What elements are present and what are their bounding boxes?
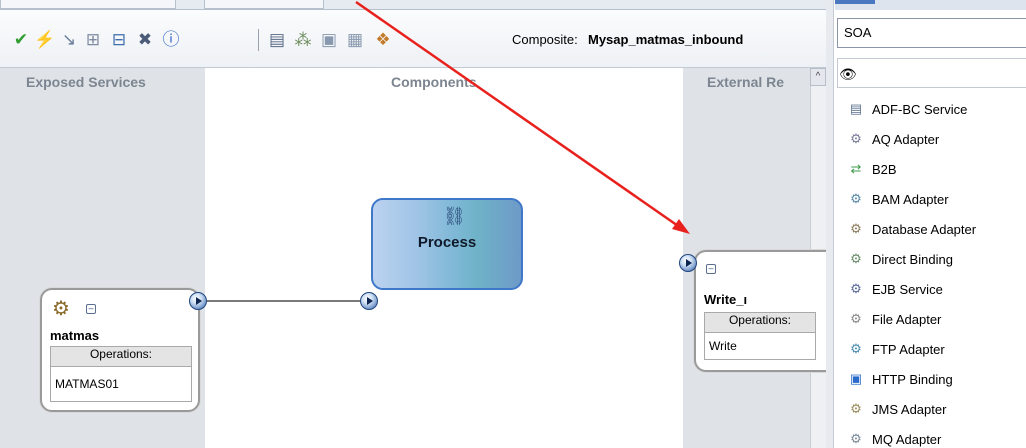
jms-adapter-icon: ⚙ bbox=[850, 401, 862, 416]
lane-title-exposed-services: Exposed Services bbox=[26, 74, 146, 90]
wire-icon[interactable]: ↘ bbox=[58, 28, 80, 50]
direct-binding-icon: ⚙ bbox=[850, 251, 862, 266]
operation-item[interactable]: Write bbox=[704, 332, 816, 360]
component-palette: SOA 👁 ▤ ADF-BC Service ⚙ AQ Adapter ⇄ B2B ⚙ BAM… bbox=[826, 0, 1026, 448]
component-service-port[interactable] bbox=[360, 292, 378, 310]
palette-item[interactable]: ⚙ Database Adapter bbox=[836, 214, 1026, 244]
palette-category-select[interactable]: SOA bbox=[837, 18, 1026, 48]
ftp-adapter-icon: ⚙ bbox=[850, 341, 862, 356]
bpel-process-component[interactable]: ⛓ Process bbox=[371, 198, 523, 290]
palette-item-label: B2B bbox=[872, 161, 897, 177]
composite-label: Composite: bbox=[512, 32, 578, 47]
composite-name: Mysap_matmas_inbound bbox=[588, 32, 744, 47]
database-adapter-icon: ⚙ bbox=[850, 221, 862, 236]
operations-header: Operations: bbox=[50, 346, 192, 366]
file-adapter-icon: ⚙ bbox=[850, 311, 862, 326]
http-binding-icon: ▣ bbox=[849, 371, 863, 386]
component-name: Process bbox=[417, 234, 477, 251]
test-icon[interactable]: ▣ bbox=[318, 28, 340, 50]
composite-toolbar: ✔ ⚡ ↘ ⊞ ⊟ ✖ ⓘ ▤ ⁂ ▣ ▦ ❖ Composite: Mysap_matmas_inb… bbox=[0, 10, 826, 68]
palette-item[interactable]: ⚙ File Adapter bbox=[836, 304, 1026, 334]
palette-item-label: Direct Binding bbox=[872, 251, 953, 267]
palette-item-label: JMS Adapter bbox=[872, 401, 947, 417]
checkmark-icon[interactable]: ✔ bbox=[10, 28, 32, 50]
lane-title-components: Components bbox=[391, 74, 477, 90]
palette-item-label: FTP Adapter bbox=[872, 341, 945, 357]
palette-item-label: HTTP Binding bbox=[872, 371, 953, 387]
toolbar-separator bbox=[258, 29, 259, 51]
delete-icon[interactable]: ✖ bbox=[134, 28, 156, 50]
paint-icon[interactable]: ❖ bbox=[372, 28, 394, 50]
palette-item-label: Database Adapter bbox=[872, 221, 977, 237]
info-icon[interactable]: ⓘ bbox=[160, 28, 182, 50]
palette-item[interactable]: ⚙ JMS Adapter bbox=[836, 394, 1026, 424]
palette-item[interactable]: ▣ HTTP Binding bbox=[836, 364, 1026, 394]
operations-header: Operations: bbox=[704, 312, 816, 332]
ejb-service-icon: ⚙ bbox=[850, 281, 862, 296]
exposed-service-matmas[interactable]: ⚙ – matmas Operations: MATMAS01 bbox=[40, 288, 200, 412]
document-icon[interactable]: ▦ bbox=[344, 28, 366, 50]
external-reference-write[interactable]: – Write_ı Operations: Write bbox=[694, 250, 834, 372]
palette-item[interactable]: ⚙ EJB Service bbox=[836, 274, 1026, 304]
palette-item[interactable]: ⇄ B2B bbox=[836, 154, 1026, 184]
scroll-up-button[interactable]: ^ bbox=[810, 68, 826, 86]
palette-item-label: File Adapter bbox=[872, 311, 942, 327]
b2b-icon: ⇄ bbox=[850, 161, 862, 176]
add-service-icon[interactable]: ⊞ bbox=[82, 28, 104, 50]
palette-item[interactable]: ⚙ MQ Adapter bbox=[836, 424, 1026, 448]
aq-adapter-icon: ⚙ bbox=[850, 131, 862, 146]
palette-item[interactable]: ⚙ FTP Adapter bbox=[836, 334, 1026, 364]
service-name: matmas bbox=[50, 328, 100, 343]
palette-item[interactable]: ⚙ BAM Adapter bbox=[836, 184, 1026, 214]
palette-item[interactable]: ⚙ AQ Adapter bbox=[836, 124, 1026, 154]
add-reference-icon[interactable]: ⊟ bbox=[108, 28, 130, 50]
collapse-toggle[interactable]: – bbox=[706, 264, 716, 274]
editor-tab-strip bbox=[0, 0, 826, 10]
palette-search-input[interactable] bbox=[837, 58, 1026, 88]
palette-item-label: MQ Adapter bbox=[872, 431, 942, 447]
deploy-icon[interactable]: ▤ bbox=[266, 28, 288, 50]
operation-item[interactable]: MATMAS01 bbox=[50, 366, 192, 402]
service-port[interactable] bbox=[189, 292, 207, 310]
palette-item-label: BAM Adapter bbox=[872, 191, 949, 207]
palette-item[interactable]: ⚙ Direct Binding bbox=[836, 244, 1026, 274]
web-service-icon: ⚙ bbox=[52, 298, 70, 320]
palette-item-label: EJB Service bbox=[872, 281, 943, 297]
palette-accent bbox=[835, 0, 875, 4]
reference-port[interactable] bbox=[679, 254, 697, 272]
adf-bc-icon: ▤ bbox=[849, 101, 863, 116]
lane-title-external-references: External Re bbox=[707, 74, 785, 90]
layout-icon[interactable]: ⁂ bbox=[292, 28, 314, 50]
reference-name: Write_ı bbox=[704, 292, 748, 307]
palette-gutter bbox=[826, 0, 834, 448]
lightning-icon[interactable]: ⚡ bbox=[34, 28, 56, 50]
bam-adapter-icon: ⚙ bbox=[850, 191, 862, 206]
collapse-toggle[interactable]: – bbox=[86, 304, 96, 314]
wire-service-to-process[interactable] bbox=[207, 300, 361, 302]
editor-tab[interactable] bbox=[204, 0, 324, 9]
palette-item-label: ADF-BC Service bbox=[872, 101, 968, 117]
palette-item[interactable]: ▤ ADF-BC Service bbox=[836, 94, 1026, 124]
bpel-process-icon: ⛓ bbox=[443, 206, 466, 226]
palette-item-label: AQ Adapter bbox=[872, 131, 940, 147]
editor-tab[interactable] bbox=[0, 0, 176, 9]
mq-adapter-icon: ⚙ bbox=[850, 431, 862, 446]
binoculars-icon[interactable]: 👁 bbox=[839, 66, 857, 83]
